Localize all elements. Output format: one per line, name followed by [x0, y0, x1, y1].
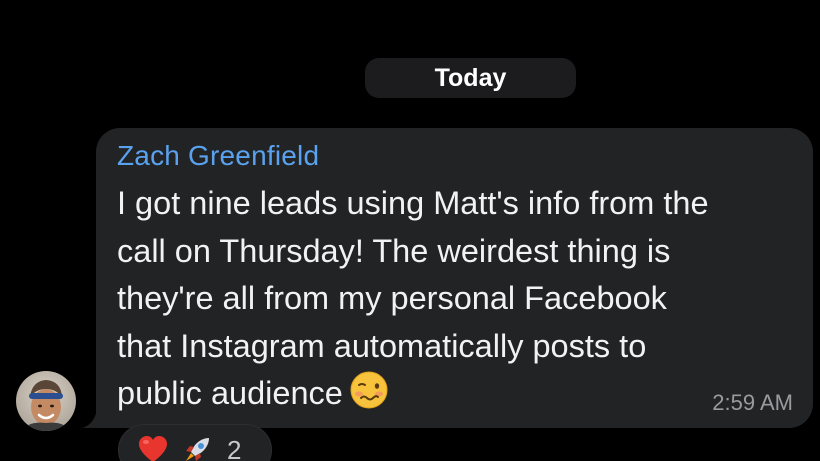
- sender-avatar[interactable]: [16, 371, 76, 431]
- chat-view: Today Zach Greenfield I got nine leads u…: [0, 0, 820, 461]
- message-line: I got nine leads using Matt's info from …: [117, 185, 709, 221]
- message-line: public audience: [117, 375, 343, 411]
- woozy-face-emoji: [349, 370, 389, 424]
- date-separator: Today: [365, 58, 576, 98]
- rocket-icon: [181, 434, 213, 461]
- message-line: call on Thursday! The weirdest thing is: [117, 232, 671, 269]
- message-line: that Instagram automatically posts to: [117, 327, 647, 364]
- red-heart-icon: [137, 434, 169, 461]
- message-last-line: public audience: [117, 370, 802, 424]
- message-bubble[interactable]: Zach Greenfield I got nine leads using M…: [96, 128, 813, 428]
- avatar-photo: [16, 371, 76, 431]
- reaction-count: 2: [227, 434, 242, 461]
- message-line: they're all from my personal Facebook: [117, 280, 667, 316]
- message-timestamp: 2:59 AM: [712, 390, 793, 415]
- reactions-bar[interactable]: 2: [118, 424, 272, 461]
- sender-name[interactable]: Zach Greenfield: [117, 140, 319, 172]
- message-text: I got nine leads using Matt's info from …: [117, 180, 802, 424]
- date-separator-label: Today: [434, 63, 507, 92]
